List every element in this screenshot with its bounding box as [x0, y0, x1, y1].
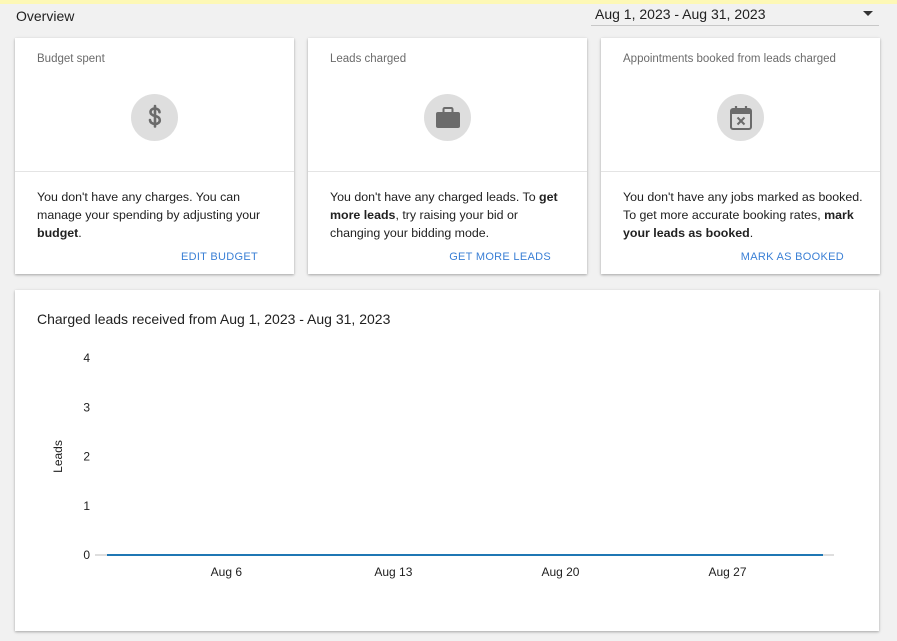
x-axis: Aug 6 Aug 13 Aug 20 Aug 27	[211, 565, 747, 579]
y-tick-label: 2	[83, 450, 90, 464]
y-tick-label: 0	[83, 548, 90, 562]
y-axis-label: Leads	[51, 440, 65, 473]
card-divider	[308, 171, 587, 172]
dollar-icon	[131, 94, 178, 141]
card-label: Budget spent	[37, 53, 105, 65]
chevron-down-icon	[863, 11, 873, 16]
edit-budget-button[interactable]: EDIT BUDGET	[181, 251, 258, 263]
budget-spent-card: Budget spent You don't have any charges.…	[15, 38, 294, 274]
card-divider	[601, 171, 880, 172]
x-tick-label: Aug 27	[709, 565, 747, 579]
date-range-value: Aug 1, 2023 - Aug 31, 2023	[595, 6, 766, 22]
card-message: You don't have any charges. You can mana…	[37, 190, 261, 240]
mark-as-booked-button[interactable]: MARK AS BOOKED	[741, 251, 844, 263]
appointments-booked-card: Appointments booked from leads charged Y…	[601, 38, 880, 274]
date-range-select[interactable]: Aug 1, 2023 - Aug 31, 2023	[591, 2, 879, 26]
card-label: Appointments booked from leads charged	[623, 53, 836, 65]
y-axis: 0 1 2 3 4	[83, 351, 90, 562]
x-tick-label: Aug 6	[211, 565, 243, 579]
y-tick-label: 3	[83, 400, 90, 414]
x-tick-label: Aug 20	[541, 565, 579, 579]
leads-charged-card: Leads charged You don't have any charged…	[308, 38, 587, 274]
card-message: You don't have any jobs marked as booked…	[623, 190, 863, 240]
card-message: You don't have any charged leads. To get…	[330, 190, 558, 240]
leads-chart-card: Charged leads received from Aug 1, 2023 …	[15, 290, 879, 631]
y-tick-label: 1	[83, 499, 90, 513]
leads-line-chart: 0 1 2 3 4 Aug 6 Aug 13 Aug 20 Aug 27 Leads	[51, 351, 834, 579]
card-divider	[15, 171, 294, 172]
y-tick-label: 4	[83, 351, 90, 365]
x-tick-label: Aug 13	[374, 565, 412, 579]
page-title: Overview	[16, 8, 75, 24]
calendar-x-icon	[717, 94, 764, 141]
get-more-leads-button[interactable]: GET MORE LEADS	[449, 251, 551, 263]
card-label: Leads charged	[330, 53, 407, 65]
briefcase-icon	[424, 94, 471, 141]
